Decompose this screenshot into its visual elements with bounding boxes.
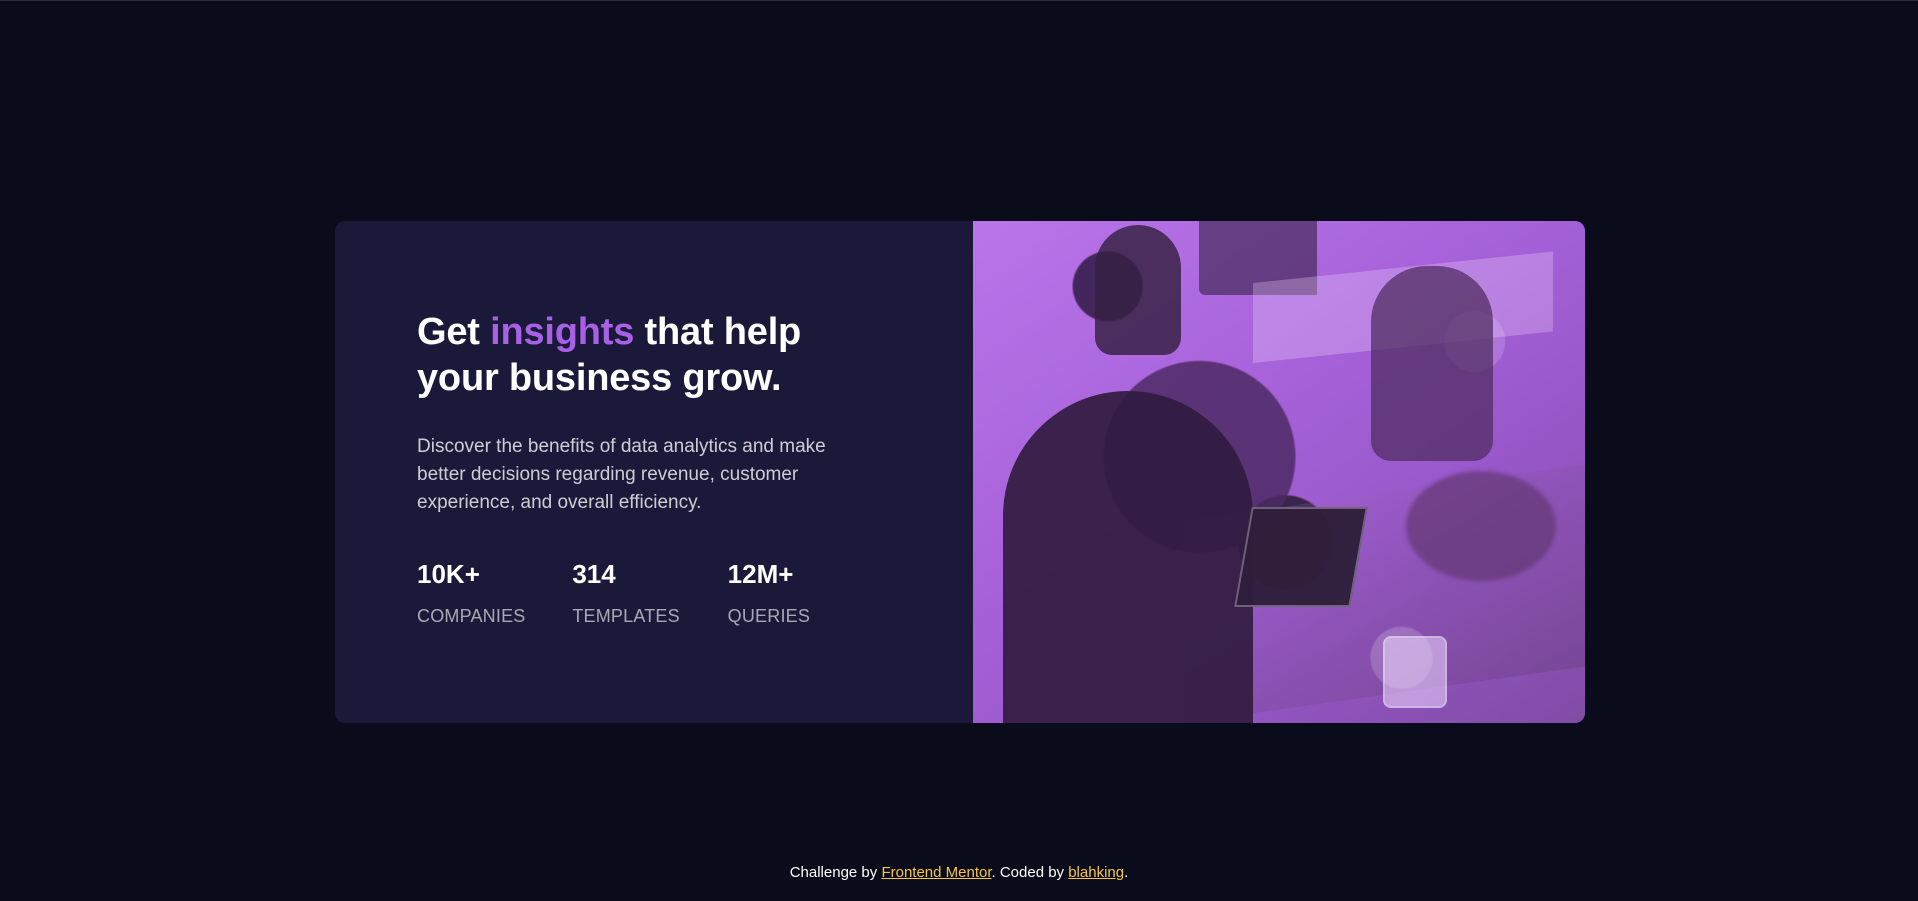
stat-value: 314 [572, 559, 616, 589]
footer-middle: . Coded by [991, 864, 1069, 881]
stat-label: QUERIES [727, 606, 811, 626]
author-link[interactable]: blahking [1068, 864, 1124, 881]
card-headline: Get insights that help your business gro… [417, 309, 883, 401]
stat-templates: 314 TEMPLATES [572, 559, 727, 627]
header-image [973, 221, 1585, 723]
stat-companies: 10K+ COMPANIES [417, 559, 572, 627]
image-plant [1406, 471, 1556, 581]
stats-preview-card: Get insights that help your business gro… [335, 221, 1585, 723]
stat-value: 10K+ [417, 559, 480, 589]
stat-queries: 12M+ QUERIES [728, 559, 883, 627]
footer-suffix: . [1124, 864, 1129, 881]
card-description: Discover the benefits of data analytics … [417, 436, 826, 513]
stats-row: 10K+ COMPANIES 314 TEMPLATES 12M+ QUERIE… [417, 559, 883, 627]
stat-value: 12M+ [727, 559, 794, 589]
headline-prefix: Get [417, 311, 491, 353]
image-person-left [1095, 225, 1181, 355]
image-mug [1383, 636, 1447, 708]
footer-prefix: Challenge by [789, 864, 882, 881]
image-laptop [1234, 507, 1368, 607]
headline-accent: insights [490, 311, 635, 353]
stat-label: TEMPLATES [572, 606, 680, 626]
stat-label: COMPANIES [417, 606, 526, 626]
attribution-footer: Challenge by Frontend Mentor. Coded by b… [0, 864, 1918, 882]
image-person-front [1003, 391, 1253, 723]
image-person-right [1371, 266, 1493, 461]
card-content: Get insights that help your business gro… [335, 221, 973, 723]
frontend-mentor-link[interactable]: Frontend Mentor [881, 864, 991, 881]
